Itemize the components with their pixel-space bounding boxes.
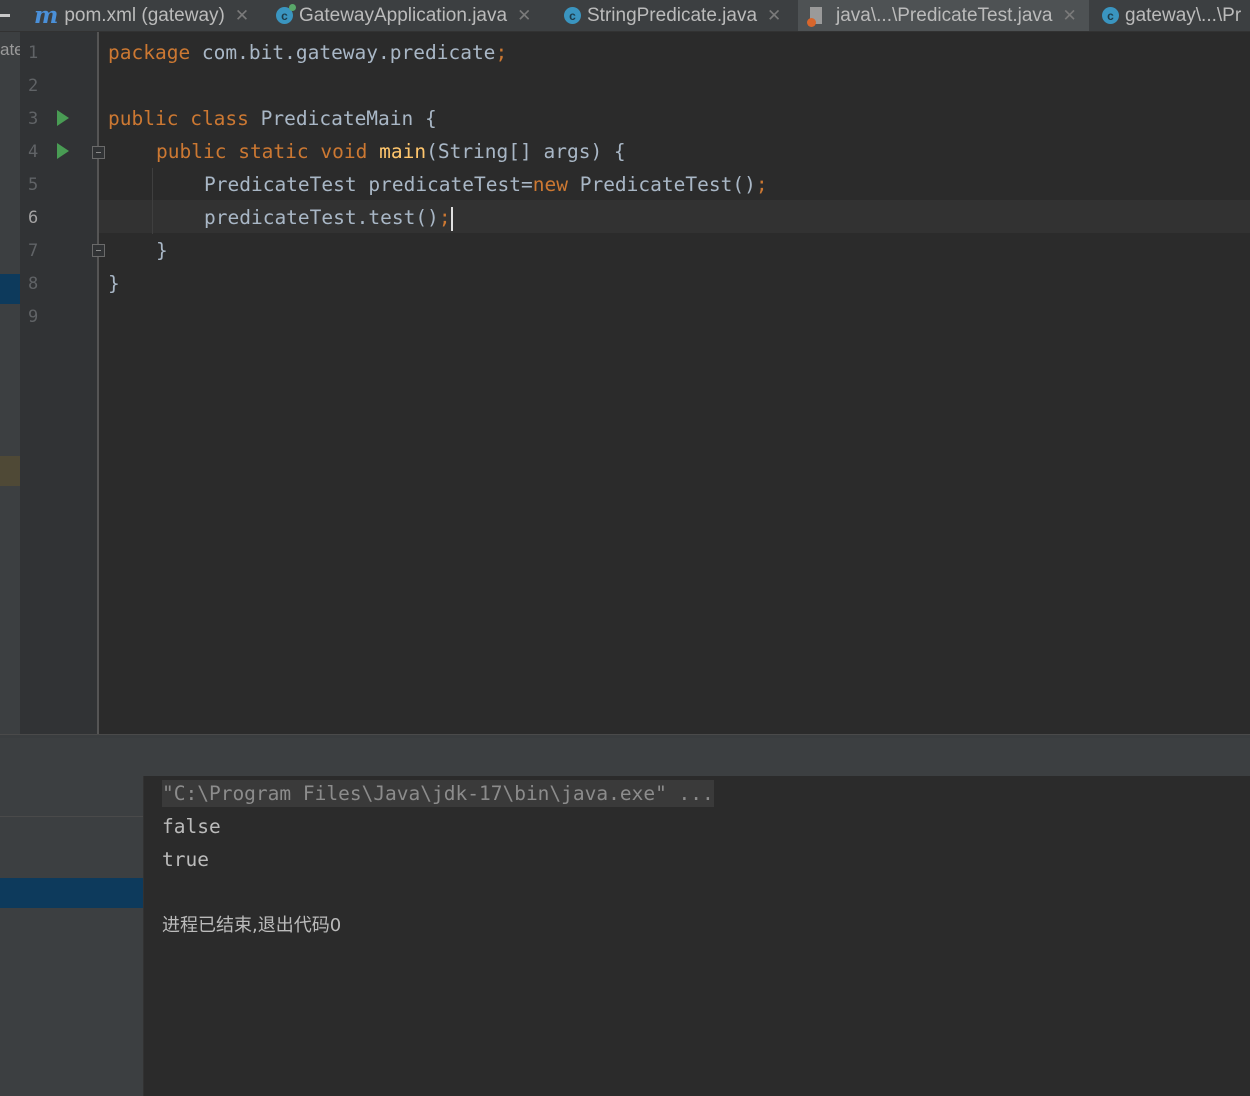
fold-collapse-icon[interactable] bbox=[92, 146, 105, 159]
maven-icon: m bbox=[34, 2, 59, 29]
line-number: 1 bbox=[28, 43, 39, 63]
code-line-8[interactable]: } bbox=[108, 272, 120, 296]
close-icon[interactable]: ✕ bbox=[767, 6, 781, 26]
gutter-divider bbox=[97, 32, 99, 734]
fold-end-icon[interactable] bbox=[92, 244, 105, 257]
line-number: 5 bbox=[28, 175, 39, 195]
code-line-7[interactable]: } bbox=[156, 239, 168, 263]
spring-class-icon: c bbox=[276, 4, 296, 24]
line-number-current: 6 bbox=[28, 208, 39, 228]
line-number: 3 bbox=[28, 109, 39, 129]
tab-string-predicate[interactable]: c StringPredicate.java ✕ bbox=[564, 0, 781, 31]
java-file-icon bbox=[807, 7, 822, 27]
run-main-icon[interactable] bbox=[57, 143, 69, 159]
code-line-4[interactable]: public static void main(String[] args) { bbox=[156, 140, 626, 164]
indent-guide bbox=[152, 168, 153, 234]
console-command-line: "C:\Program Files\Java\jdk-17\bin\java.e… bbox=[162, 780, 714, 807]
run-config-selected[interactable] bbox=[0, 878, 143, 908]
line-number: 4 bbox=[28, 142, 39, 162]
process-exit-message: 进程已结束,退出代码0 bbox=[162, 915, 342, 936]
line-number: 9 bbox=[28, 307, 39, 327]
code-line-3[interactable]: public class PredicateMain { bbox=[108, 107, 437, 131]
console-output-line: false bbox=[162, 815, 221, 838]
line-number: 8 bbox=[28, 274, 39, 294]
tab-label: StringPredicate.java bbox=[587, 4, 758, 26]
project-panel-edge[interactable] bbox=[0, 32, 20, 734]
run-class-icon[interactable] bbox=[57, 110, 69, 126]
close-icon[interactable]: ✕ bbox=[517, 6, 531, 26]
line-number: 2 bbox=[28, 76, 39, 96]
editor-tab-bar: m pom.xml (gateway) ✕ c GatewayApplicati… bbox=[0, 0, 1250, 32]
tab-label: java\...\PredicateTest.java bbox=[836, 4, 1053, 26]
line-number: 7 bbox=[28, 241, 39, 261]
tab-label: GatewayApplication.java bbox=[299, 4, 508, 26]
project-highlight-item[interactable] bbox=[0, 456, 20, 486]
text-cursor bbox=[450, 206, 453, 231]
tab-label: pom.xml (gateway) bbox=[64, 4, 225, 26]
tab-label: gateway\...\Pr bbox=[1125, 4, 1242, 26]
editor-gutter bbox=[20, 32, 98, 734]
tab-overflow-indicator[interactable] bbox=[0, 14, 10, 17]
console-output-line: true bbox=[162, 848, 209, 871]
tab-predicate-test[interactable]: java\...\PredicateTest.java ✕ bbox=[798, 0, 1089, 31]
close-icon[interactable]: ✕ bbox=[1063, 6, 1077, 26]
run-panel-toolbar bbox=[0, 776, 144, 1096]
run-panel-divider bbox=[0, 816, 143, 817]
code-line-1[interactable]: package com.bit.gateway.predicate; bbox=[108, 41, 507, 65]
close-icon[interactable]: ✕ bbox=[235, 6, 249, 26]
code-line-6[interactable]: predicateTest.test(); bbox=[204, 206, 453, 231]
project-selected-item[interactable] bbox=[0, 274, 20, 304]
class-icon: c bbox=[1102, 7, 1119, 24]
run-panel-header bbox=[0, 738, 1250, 776]
code-line-5[interactable]: PredicateTest predicateTest=new Predicat… bbox=[204, 173, 768, 197]
class-icon: c bbox=[564, 7, 581, 24]
tab-gateway-pr[interactable]: c gateway\...\Pr bbox=[1102, 0, 1241, 31]
tab-gateway-application[interactable]: c GatewayApplication.java ✕ bbox=[276, 0, 531, 31]
tab-pom-xml[interactable]: m pom.xml (gateway) ✕ bbox=[34, 0, 249, 31]
